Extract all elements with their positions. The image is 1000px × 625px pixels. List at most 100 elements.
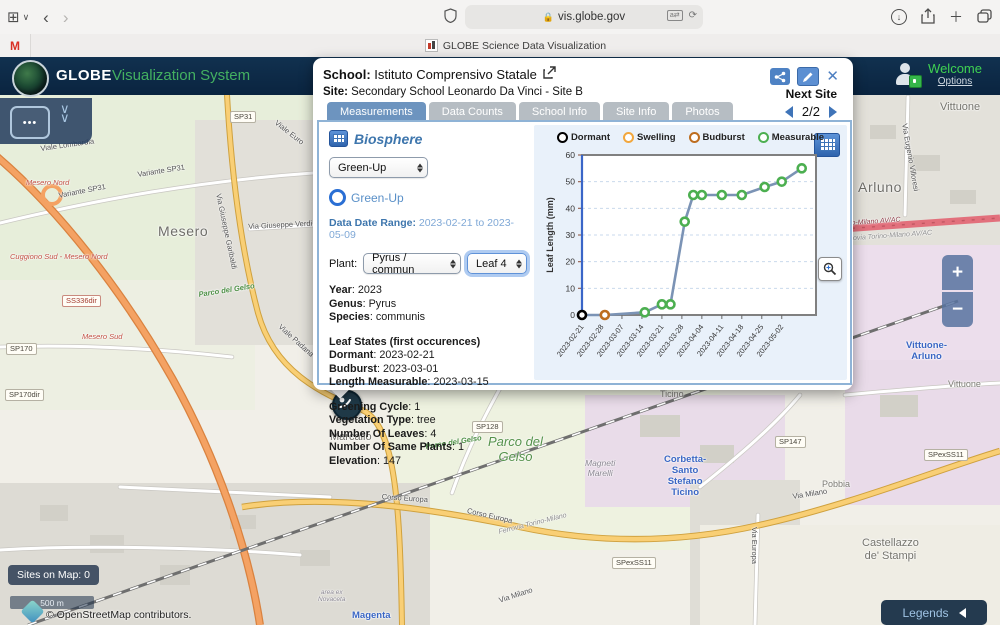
chart-legend: DormantSwellingBudburstMeasurable — [534, 132, 847, 143]
map-label: SPexSS11 — [612, 557, 656, 569]
collapse-chevron-icon[interactable]: ∨∨ — [60, 104, 70, 122]
privacy-shield-icon[interactable] — [444, 8, 457, 26]
map-label: Vittuone — [940, 101, 980, 114]
lock-badge-icon — [909, 75, 922, 88]
biosphere-table-icon — [329, 130, 348, 147]
section-title: Biosphere — [354, 131, 422, 147]
map-label: Mesero — [158, 223, 208, 239]
chart-zoom-button[interactable] — [818, 257, 842, 281]
edit-button[interactable] — [797, 67, 819, 86]
dialog-tabs: MeasurementsData CountsSchool InfoSite I… — [327, 102, 733, 121]
map-label: SP31 — [230, 111, 256, 123]
legend-item: Budburst — [689, 132, 745, 143]
forward-icon[interactable]: › — [63, 9, 69, 26]
map-label: SP147 — [775, 436, 806, 448]
svg-text:10: 10 — [566, 283, 576, 293]
tab-overview-icon[interactable] — [977, 9, 992, 26]
leaf-select[interactable]: Leaf 4 — [467, 253, 527, 274]
map-zoom-controls: + − — [942, 255, 973, 329]
site-details-dialog: School: Istituto Comprensivo Statale Sit… — [313, 58, 853, 390]
map-label: Mesero Sud — [82, 333, 122, 342]
svg-text:Leaf Length (mm): Leaf Length (mm) — [545, 197, 555, 273]
map-label: area ex Novaceta — [318, 589, 345, 604]
svg-text:20: 20 — [566, 257, 576, 267]
map-label: Corbetta- Santo Stefano Ticino — [664, 455, 706, 499]
leaf-length-chart: 01020304050602023-02-212023-02-282023-03… — [544, 147, 840, 381]
zoom-out-button[interactable]: − — [942, 292, 973, 327]
svg-text:40: 40 — [566, 203, 576, 213]
translate-icon[interactable]: a⇄ — [667, 10, 683, 21]
external-link-icon[interactable] — [543, 66, 556, 82]
options-link[interactable]: Options — [928, 76, 982, 87]
chevron-down-icon[interactable]: ∨ — [23, 13, 30, 22]
share-site-button[interactable] — [770, 68, 790, 85]
map-menu-button[interactable]: ••• — [10, 106, 50, 139]
site-pager-count: 2/2 — [802, 104, 820, 119]
address-bar[interactable]: 🔒 vis.globe.gov a⇄ ⟳ — [465, 5, 703, 29]
osm-attribution-link[interactable]: © OpenStreetMap contributors. — [46, 609, 191, 621]
tab-measurements[interactable]: Measurements — [327, 102, 426, 121]
app-title: Visualization System — [112, 67, 250, 84]
school-line: School: Istituto Comprensivo Statale — [323, 67, 537, 82]
new-tab-icon[interactable]: ＋ — [949, 7, 963, 27]
brand-name: GLOBE — [56, 67, 112, 84]
globe-logo[interactable] — [12, 60, 49, 97]
tab-data-counts[interactable]: Data Counts — [429, 102, 516, 121]
downloads-icon[interactable]: ↓ — [891, 9, 907, 25]
legends-arrow-icon — [959, 608, 966, 618]
user-icon[interactable] — [894, 62, 918, 86]
measurements-panel: Biosphere Green-Up Green-Up Data Date Ra… — [317, 120, 852, 385]
map-label: Cuggiono Sud - Mesero Nord — [10, 253, 108, 262]
svg-text:60: 60 — [566, 150, 576, 160]
screen: { "browser":{ "url":"vis.globe.gov", "ta… — [0, 0, 1000, 625]
tab-school-info[interactable]: School Info — [519, 102, 600, 121]
plant-select[interactable]: Pyrus / commun — [363, 253, 461, 274]
active-browser-tab[interactable]: GLOBE Science Data Visualization — [31, 39, 1000, 52]
lock-icon: 🔒 — [543, 12, 554, 23]
map-label: Castellazzo de' Stampi — [862, 537, 919, 562]
sidebar-icon[interactable]: ⊞ — [7, 10, 20, 25]
svg-text:50: 50 — [566, 177, 576, 187]
map-label: SPexSS11 — [924, 449, 968, 461]
map-scale-bar: 500 m — [10, 596, 94, 609]
chart-panel: DormantSwellingBudburstMeasurable 010203… — [534, 125, 847, 380]
back-icon[interactable]: ‹ — [43, 9, 49, 26]
svg-text:0: 0 — [570, 310, 575, 320]
legend-item: Dormant — [557, 132, 610, 143]
map-label: Magenta — [352, 611, 391, 622]
tab-title: GLOBE Science Data Visualization — [443, 40, 606, 52]
map-label: SS336dir — [62, 295, 101, 307]
map-label: Ticino — [660, 389, 684, 399]
greenup-radio-label: Green-Up — [351, 191, 404, 205]
next-site-button[interactable] — [829, 106, 837, 118]
prev-site-button[interactable] — [785, 106, 793, 118]
protocol-select[interactable]: Green-Up — [329, 157, 428, 178]
plant-label: Plant: — [329, 258, 357, 270]
tab-strip: M GLOBE Science Data Visualization — [0, 34, 1000, 58]
tab-favicon — [425, 39, 438, 52]
legend-item: Measurable — [758, 132, 824, 143]
share-icon[interactable] — [921, 8, 935, 27]
tab-photos[interactable]: Photos — [672, 102, 732, 121]
pinned-tab-gmail[interactable]: M — [0, 34, 31, 57]
url-text: vis.globe.gov — [558, 11, 625, 23]
data-date-range: Data Date Range: 2023-02-21 to 2023-05-0… — [329, 217, 527, 241]
map-label: SP170dir — [5, 389, 44, 401]
map-label: Arluno — [858, 179, 902, 195]
zoom-in-button[interactable]: + — [942, 255, 973, 290]
svg-text:30: 30 — [566, 230, 576, 240]
map-label: Magneti Marelli — [585, 459, 615, 479]
legends-button[interactable]: Legends — [881, 600, 987, 625]
map-label: Via Europa — [749, 527, 758, 564]
tab-site-info[interactable]: Site Info — [603, 102, 669, 121]
site-line: Site: Secondary School Leonardo Da Vinci… — [323, 86, 843, 98]
map-label: Vittuone- Arluno — [906, 341, 947, 363]
map-label: Vittuone — [948, 379, 981, 389]
plant-details: Year: 2023Genus: PyrusSpecies: communisL… — [329, 284, 527, 468]
map-label: Mesero Nord — [26, 179, 69, 188]
reload-icon[interactable]: ⟳ — [689, 10, 697, 21]
greenup-radio[interactable] — [329, 189, 346, 206]
map-tool-panel: ••• ∨∨ — [0, 98, 92, 144]
map-label: SP170 — [6, 343, 37, 355]
close-icon[interactable]: ✕ — [826, 69, 839, 84]
